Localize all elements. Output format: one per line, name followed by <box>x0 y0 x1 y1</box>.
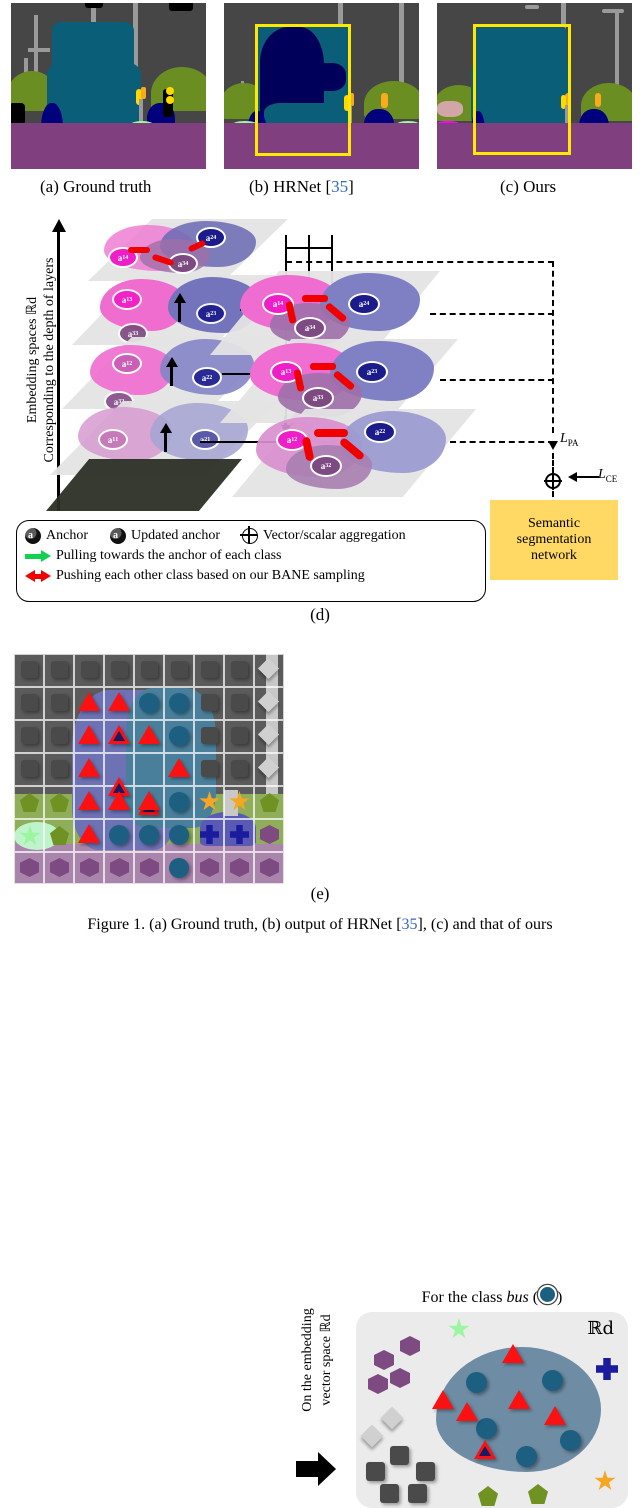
embedding-space-dim-label: ℝd <box>587 1318 614 1339</box>
legend-row-pull: Pulling towards the anchor of each class <box>25 546 477 566</box>
citation-35[interactable]: 35 <box>331 177 348 196</box>
anchor-triangle <box>474 1440 496 1459</box>
updated-anchor-icon <box>110 527 126 544</box>
figure-caption: Figure 1. (a) Ground truth, (b) output o… <box>87 916 553 933</box>
axis-label-embedding-spaces: Embedding spaces ℝd <box>25 296 40 424</box>
highlight-box-ours <box>473 24 571 155</box>
embedding-space-title: For the class bus () <box>352 1285 632 1307</box>
segmentation-image-hrnet <box>224 3 419 169</box>
caption-ground-truth: (a) Ground truth <box>40 177 152 196</box>
highlight-box-hrnet <box>255 24 351 156</box>
semantic-segmentation-network-box: Semantic segmentation network <box>490 500 618 580</box>
panel-e-embedding-illustration: On the embedding vector space ℝd For the… <box>0 640 640 1508</box>
qualitative-results-row <box>0 0 640 172</box>
bus-class-icon <box>538 1285 558 1304</box>
legend-row-push: Pushing each other class based on our BA… <box>25 566 477 586</box>
loss-pa-label: LPA <box>560 431 579 448</box>
legend-updated-anchor-label: Updated anchor <box>131 528 221 543</box>
transition-label-line2: vector space ℝd <box>319 1314 334 1406</box>
segmentation-image-ground-truth <box>11 3 206 169</box>
loss-ce-label: LCE <box>598 467 618 484</box>
segmentation-image-ours <box>437 3 632 169</box>
caption-panel-d: (d) <box>310 605 330 624</box>
legend-box: Anchor Updated anchor Vector/scalar aggr… <box>16 520 486 602</box>
anchor-triangle <box>108 725 130 744</box>
legend-aggregation-label: Vector/scalar aggregation <box>263 528 406 543</box>
network-label-line1: Semantic <box>527 515 581 531</box>
class-name-bus: bus <box>506 1289 529 1306</box>
grid-overlay-image <box>14 654 284 884</box>
figure-citation-35[interactable]: 35 <box>402 916 418 933</box>
network-label-line2: segmentation <box>516 531 592 547</box>
legend-push-label: Pushing each other class based on our BA… <box>56 567 365 583</box>
embedding-space-box: ℝd <box>356 1312 628 1508</box>
loss-ce-wire <box>575 476 599 478</box>
transition-label-line1: On the embedding <box>300 1308 315 1412</box>
caption-ours: (c) Ours <box>500 177 557 196</box>
loss-aggregation-node <box>544 472 562 490</box>
caption-hrnet: (b) HRNet [35] <box>249 177 354 196</box>
push-arrow-icon <box>25 569 51 582</box>
pull-arrow-icon <box>25 549 51 562</box>
caption-panel-e: (e) <box>310 884 330 903</box>
network-label-line3: network <box>531 548 577 564</box>
figure-1: (a) Ground truth (b) HRNet [35] (c) Ours… <box>0 0 640 1508</box>
loss-ce-arrowhead <box>568 472 577 482</box>
legend-row-anchors: Anchor Updated anchor Vector/scalar aggr… <box>25 525 477 546</box>
legend-pull-label: Pulling towards the anchor of each class <box>56 547 282 563</box>
aggregation-icon <box>240 525 259 544</box>
transition-arrow-icon <box>296 1452 336 1486</box>
anchor-icon <box>25 527 41 544</box>
axis-label-depth: Corresponding to the depth of layers <box>42 257 57 463</box>
legend-anchor-label: Anchor <box>46 528 88 543</box>
